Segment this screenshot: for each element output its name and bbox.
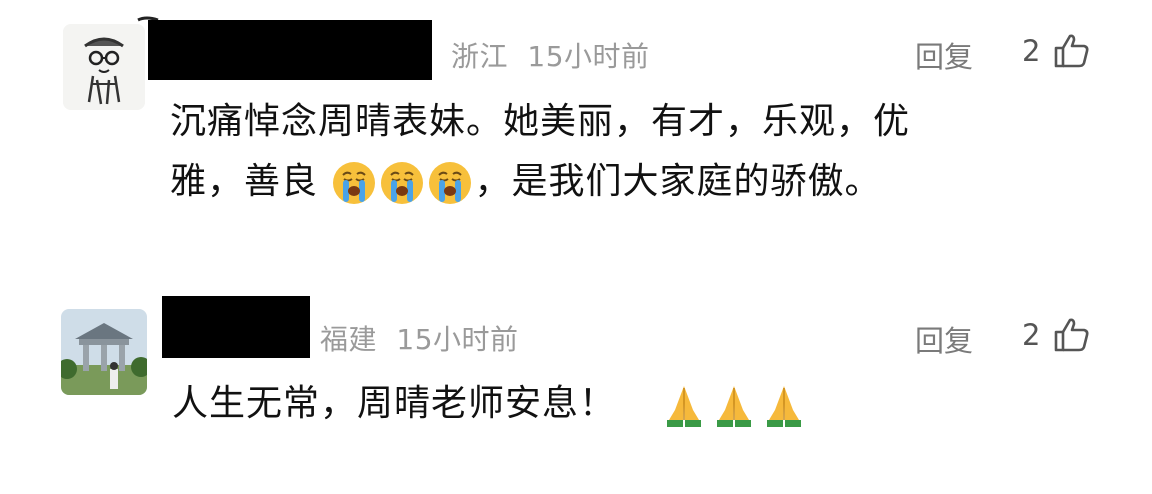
folded-hands-emoji [716, 386, 751, 427]
comment-text: 沉痛悼念周晴表妹。她美丽，有才，乐观，优 雅，善良 ，是我们大家庭的骄傲。 [170, 92, 1070, 212]
avatar[interactable] [63, 24, 145, 110]
crying-face-emoji [381, 162, 424, 204]
thumbs-up-icon[interactable] [1052, 316, 1090, 354]
comment-text-line: 沉痛悼念周晴表妹。她美丽，有才，乐观，优 [170, 101, 911, 142]
username-redacted[interactable] [148, 20, 432, 80]
thumbs-up-icon[interactable] [1052, 32, 1090, 70]
username-redacted[interactable] [162, 296, 310, 358]
comment-item: 浙江 15小时前 回复 2 沉痛悼念周晴表妹。她美丽，有才，乐观，优 雅，善良 [0, 0, 1152, 270]
comment-text-segment: 雅，善良 [170, 161, 319, 202]
comment-item: 福建 15小时前 回复 2 人生无常，周晴老师安息！ [0, 280, 1152, 480]
folded-hands-emoji [766, 386, 801, 427]
folded-hands-emoji [666, 386, 701, 427]
reply-button[interactable]: 回复 [915, 34, 973, 76]
comment-meta: 浙江 15小时前 [451, 35, 650, 75]
like-count: 2 [1022, 318, 1041, 352]
time-label: 15小时前 [396, 323, 519, 356]
comment-text-line: 雅，善良 ，是我们大家庭的骄傲。 [170, 152, 1070, 212]
time-label: 15小时前 [527, 40, 650, 73]
like-count: 2 [1022, 34, 1041, 68]
crying-face-emoji [429, 162, 472, 204]
location-label: 浙江 [451, 40, 509, 73]
comment-text-segment: 人生无常，周晴老师安息！ [172, 383, 617, 424]
reply-button[interactable]: 回复 [915, 318, 973, 360]
comment-meta: 福建 15小时前 [320, 318, 519, 358]
crying-face-emoji [333, 162, 376, 204]
comment-text-segment: ，是我们大家庭的骄傲。 [474, 161, 882, 202]
location-label: 福建 [320, 323, 378, 356]
avatar[interactable] [61, 309, 147, 395]
comment-text: 人生无常，周晴老师安息！ [172, 374, 1072, 434]
